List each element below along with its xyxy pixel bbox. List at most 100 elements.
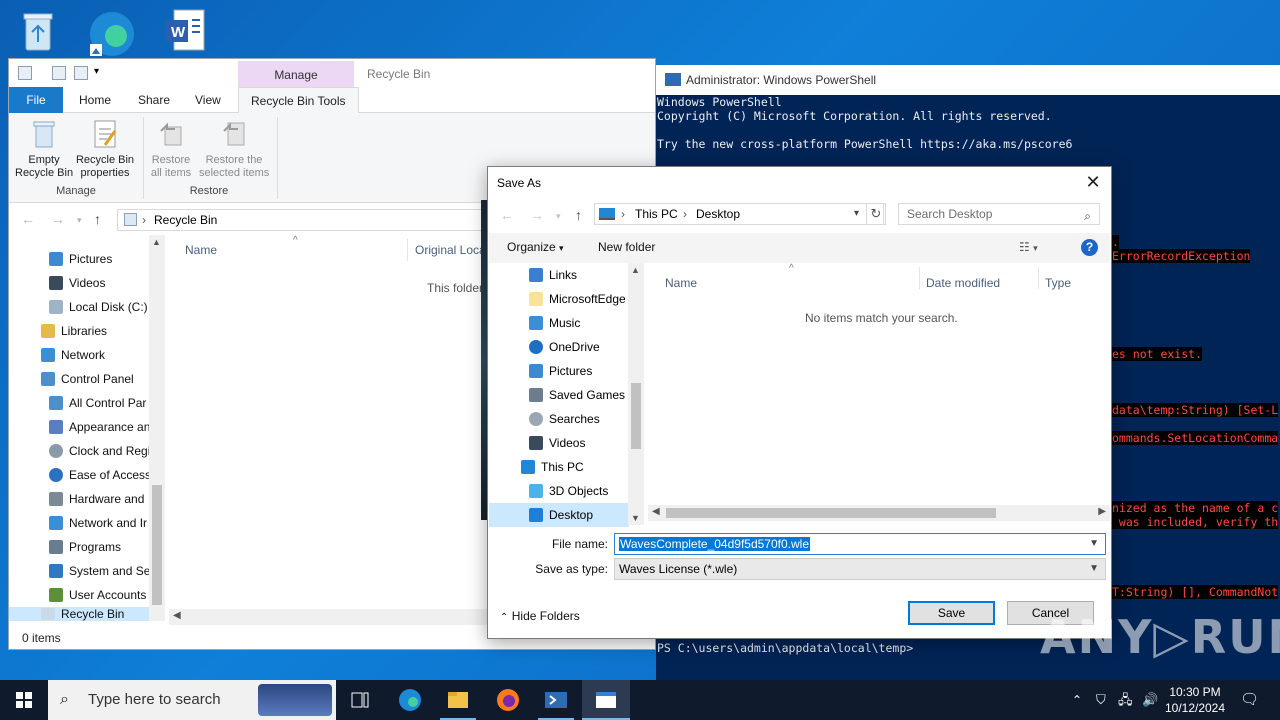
chevron-down-icon[interactable]: ▾ <box>94 66 99 77</box>
tree-item-ease-of-access[interactable]: Ease of Access <box>9 463 149 487</box>
tree-item-music[interactable]: Music <box>489 311 629 335</box>
chevron-up-icon[interactable]: ⌃ <box>1072 680 1082 720</box>
volume-icon[interactable]: 🔊 <box>1142 680 1158 720</box>
scroll-up-icon[interactable]: ▲ <box>631 265 640 275</box>
tree-item-links[interactable]: Links <box>489 263 629 287</box>
column-name[interactable]: Name <box>185 243 217 257</box>
scroll-down-icon[interactable]: ▼ <box>631 513 640 523</box>
tab-share[interactable]: Share <box>126 87 182 113</box>
tree-item-pictures[interactable]: Pictures <box>489 359 629 383</box>
new-folder-button[interactable]: New folder <box>598 240 655 254</box>
tree-item-videos[interactable]: Videos <box>9 271 149 295</box>
security-tray-icon[interactable]: ⛉ <box>1096 680 1106 720</box>
tree-item-clock-region[interactable]: Clock and Regi <box>9 439 149 463</box>
address-bar[interactable]: › Recycle Bin <box>117 209 497 231</box>
taskbar-search-input[interactable]: ⌕ Type here to search <box>48 680 336 720</box>
properties-quick-icon[interactable] <box>52 66 66 80</box>
tree-item-hardware[interactable]: Hardware and <box>9 487 149 511</box>
scroll-thumb[interactable] <box>631 383 641 449</box>
tree-scrollbar[interactable]: ▲ <box>149 235 165 621</box>
restore-all-button[interactable]: Restore all items <box>145 119 197 180</box>
notifications-icon[interactable]: 🗨 <box>1240 680 1259 720</box>
firefox-taskbar-icon[interactable] <box>484 680 532 720</box>
edge-icon[interactable] <box>86 6 138 58</box>
tree-item-saved-games[interactable]: Saved Games <box>489 383 629 407</box>
explorer-app-icon[interactable] <box>18 66 32 80</box>
tree-item-onedrive[interactable]: OneDrive <box>489 335 629 359</box>
scroll-thumb[interactable] <box>152 485 162 605</box>
recycle-bin-icon[interactable] <box>12 6 64 58</box>
save-as-type-select[interactable]: Waves License (*.wle) ▼ <box>614 558 1106 580</box>
help-icon[interactable]: ? <box>1081 239 1098 256</box>
task-view-icon[interactable] <box>336 680 384 720</box>
tree-item-control-panel[interactable]: Control Panel <box>9 367 149 391</box>
up-arrow-icon[interactable]: ↑ <box>575 207 582 223</box>
file-name-input[interactable]: WavesComplete_04d9f5d570f0.wle ▼ <box>614 533 1106 555</box>
dialog-address-bar[interactable]: › This PC › Desktop ▾ <box>594 203 884 225</box>
save-button[interactable]: Save <box>908 601 995 625</box>
refresh-icon[interactable]: ↻ <box>866 203 886 225</box>
file-explorer-taskbar-icon[interactable] <box>434 680 482 720</box>
word-icon[interactable]: W <box>160 6 212 58</box>
network-icon[interactable]: 🖧 <box>1118 680 1133 720</box>
forward-arrow-icon[interactable]: → <box>530 207 544 223</box>
dialog-list-horizontal-scrollbar[interactable]: ◀ ▶ <box>648 505 1110 521</box>
recent-locations-icon[interactable]: ▾ <box>556 211 561 222</box>
column-original-location[interactable]: Original Loca <box>415 243 486 257</box>
tree-item-network-internet[interactable]: Network and Ir <box>9 511 149 535</box>
edge-taskbar-icon[interactable] <box>386 680 434 720</box>
restore-selected-button[interactable]: Restore the selected items <box>199 119 269 180</box>
chevron-down-icon[interactable]: ▾ <box>854 204 859 224</box>
tab-home[interactable]: Home <box>67 87 123 113</box>
tree-item-pictures[interactable]: Pictures <box>9 247 149 271</box>
back-arrow-icon[interactable]: ← <box>500 207 514 223</box>
column-name[interactable]: Name <box>665 276 697 290</box>
recycle-bin-properties-button[interactable]: Recycle Bin properties <box>75 119 135 180</box>
chevron-down-icon[interactable]: ▼ <box>1089 534 1099 554</box>
tree-item-local-disk[interactable]: Local Disk (C:) <box>9 295 149 319</box>
taskbar-clock[interactable]: 10:30 PM 10/12/2024 <box>1160 684 1230 716</box>
scroll-thumb[interactable] <box>666 508 996 518</box>
tree-item-desktop[interactable]: Desktop <box>489 503 629 527</box>
up-arrow-icon[interactable]: ↑ <box>94 211 101 227</box>
close-icon[interactable]: ✕ <box>1081 171 1105 193</box>
breadcrumb-desktop[interactable]: Desktop <box>696 204 740 224</box>
save-dialog-taskbar-icon[interactable] <box>582 680 630 720</box>
scroll-up-icon[interactable]: ▲ <box>152 237 161 247</box>
hide-folders-button[interactable]: ⌃ Hide Folders <box>500 609 580 623</box>
tree-item-3d-objects[interactable]: 3D Objects <box>489 479 629 503</box>
tree-item-network[interactable]: Network <box>9 343 149 367</box>
start-button[interactable] <box>0 680 48 720</box>
console-prompt[interactable]: PS C:\users\admin\appdata\local\temp> <box>657 641 913 655</box>
organize-button[interactable]: Organize ▾ <box>507 240 564 254</box>
tree-item-appearance[interactable]: Appearance an <box>9 415 149 439</box>
recent-locations-icon[interactable]: ▾ <box>77 215 82 226</box>
tree-item-searches[interactable]: Searches <box>489 407 629 431</box>
tree-item-videos[interactable]: Videos <box>489 431 629 455</box>
scroll-left-icon[interactable]: ◀ <box>173 610 181 621</box>
tree-item-user-accounts[interactable]: User Accounts <box>9 583 149 607</box>
search-input[interactable]: Search Desktop ⌕ <box>898 203 1100 225</box>
column-date-modified[interactable]: Date modified <box>926 276 1000 290</box>
forward-arrow-icon[interactable]: → <box>51 211 65 227</box>
tree-item-programs[interactable]: Programs <box>9 535 149 559</box>
back-arrow-icon[interactable]: ← <box>21 211 35 227</box>
new-folder-quick-icon[interactable] <box>74 66 88 80</box>
breadcrumb-this-pc[interactable]: This PC <box>635 204 678 224</box>
tree-item-microsoftedge[interactable]: MicrosoftEdge <box>489 287 629 311</box>
chevron-down-icon[interactable]: ▼ <box>1089 559 1099 579</box>
powershell-taskbar-icon[interactable] <box>532 680 580 720</box>
view-options-icon[interactable]: ☷ ▾ <box>1019 240 1038 254</box>
tab-view[interactable]: View <box>183 87 233 113</box>
tree-item-this-pc[interactable]: This PC <box>489 455 629 479</box>
scroll-left-icon[interactable]: ◀ <box>652 506 660 517</box>
tab-file[interactable]: File <box>9 87 63 113</box>
column-type[interactable]: Type <box>1045 276 1071 290</box>
tree-item-system-security[interactable]: System and Se <box>9 559 149 583</box>
tab-recycle-bin-tools[interactable]: Recycle Bin Tools <box>238 87 359 114</box>
scroll-right-icon[interactable]: ▶ <box>1098 506 1106 517</box>
tree-item-libraries[interactable]: Libraries <box>9 319 149 343</box>
empty-recycle-bin-button[interactable]: Empty Recycle Bin <box>15 119 73 180</box>
tree-item-all-control-panel[interactable]: All Control Par <box>9 391 149 415</box>
dialog-tree-scrollbar[interactable]: ▲ ▼ <box>628 263 644 525</box>
